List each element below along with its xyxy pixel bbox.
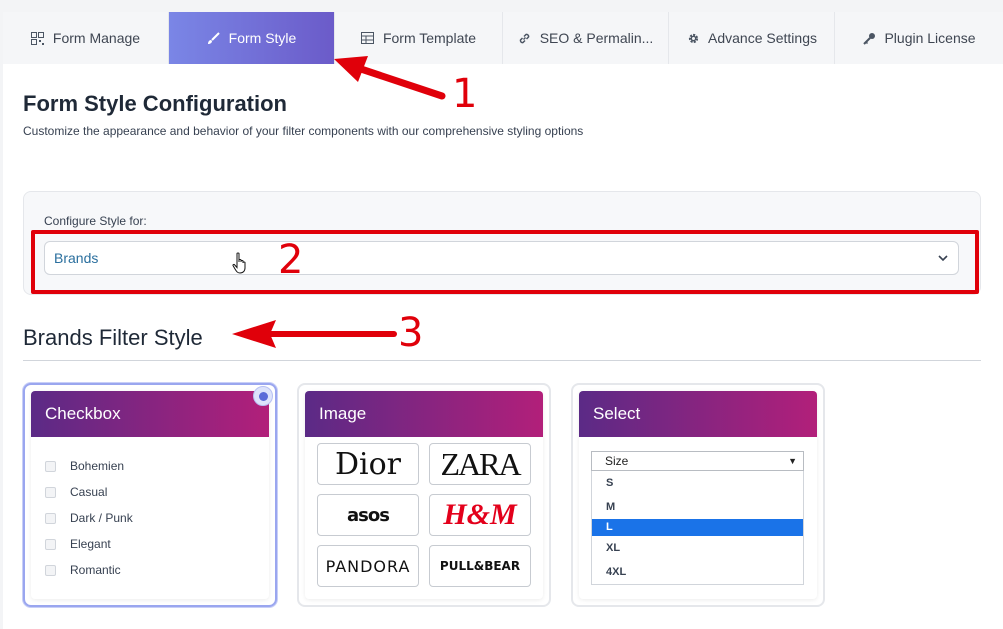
- checkbox: [45, 460, 56, 472]
- key-icon: [862, 31, 876, 45]
- brand-logo-hm: H&M: [429, 494, 531, 536]
- tab-plugin-license[interactable]: Plugin License: [835, 12, 1003, 64]
- card-title: Select: [579, 391, 817, 437]
- tab-label: Advance Settings: [708, 30, 817, 46]
- annotation-arrow-1: [334, 56, 446, 100]
- tab-seo-permalink[interactable]: SEO & Permalin...: [503, 12, 669, 64]
- style-option-image[interactable]: Image Dior ZARA asos H&M PANDORA PULL&BE…: [297, 383, 551, 607]
- list-item: Romantic: [45, 557, 269, 583]
- list-item: Elegant: [45, 531, 269, 557]
- checkbox-label: Romantic: [70, 563, 121, 577]
- tab-bar: Form Manage Form Style Form Template SEO…: [3, 12, 1003, 64]
- card-preview: Checkbox Bohemien Casual Dark / Punk Ele…: [31, 391, 269, 599]
- select-option: M: [606, 501, 616, 513]
- checkbox-label: Elegant: [70, 537, 111, 551]
- checkbox-preview-list: Bohemien Casual Dark / Punk Elegant Roma…: [31, 437, 269, 583]
- brand-logo-pandora: PANDORA: [317, 545, 419, 587]
- list-item: Dark / Punk: [45, 505, 269, 531]
- size-option-list: S M L XL 4XL: [591, 471, 804, 585]
- annotation-number-2: 2: [278, 237, 304, 283]
- style-option-select[interactable]: Select Size ▼ S M L XL 4XL: [571, 383, 825, 607]
- annotation-arrow-3: [232, 320, 397, 348]
- section-divider: [23, 360, 981, 361]
- tab-form-manage[interactable]: Form Manage: [3, 12, 169, 64]
- select-option: S: [606, 477, 614, 489]
- checkbox: [45, 512, 56, 524]
- style-option-checkbox[interactable]: Checkbox Bohemien Casual Dark / Punk Ele…: [23, 383, 277, 607]
- tab-label: SEO & Permalin...: [539, 30, 654, 46]
- brand-logo-zara: ZARA: [429, 443, 531, 485]
- page-title: Form Style Configuration: [23, 91, 287, 116]
- checkbox-label: Dark / Punk: [70, 511, 133, 525]
- brand-logo-pullbear: PULL&BEAR: [429, 545, 531, 587]
- brand-logo-asos: asos: [317, 494, 419, 536]
- page-subtitle: Customize the appearance and behavior of…: [23, 124, 584, 138]
- table-icon: [361, 31, 375, 45]
- card-title: Image: [305, 391, 543, 437]
- brush-icon: [207, 31, 221, 45]
- tab-label: Form Template: [382, 30, 477, 46]
- configure-style-label: Configure Style for:: [44, 214, 147, 228]
- list-item: Casual: [45, 479, 269, 505]
- checkbox: [45, 564, 56, 576]
- tab-label: Form Style: [228, 30, 297, 46]
- card-title: Checkbox: [31, 391, 269, 437]
- checkbox-label: Casual: [70, 485, 108, 499]
- annotation-highlight-box: [31, 230, 979, 294]
- dropdown-arrow-icon: ▼: [788, 456, 797, 466]
- checkbox: [45, 486, 56, 498]
- size-select-preview: Size ▼: [591, 451, 804, 471]
- gear-icon: [686, 31, 700, 45]
- checkbox: [45, 538, 56, 550]
- select-option: XL: [606, 542, 621, 554]
- qr-grid-icon: [31, 31, 45, 45]
- tab-label: Plugin License: [884, 30, 976, 46]
- card-preview: Image Dior ZARA asos H&M PANDORA PULL&BE…: [305, 391, 543, 599]
- tab-form-style[interactable]: Form Style: [169, 12, 335, 64]
- selected-radio-indicator[interactable]: [253, 386, 273, 406]
- brand-logo-dior: Dior: [317, 443, 419, 485]
- select-option: 4XL: [606, 566, 627, 578]
- annotation-number-1: 1: [452, 71, 478, 117]
- tab-advance-settings[interactable]: Advance Settings: [669, 12, 835, 64]
- annotation-number-3: 3: [398, 310, 424, 356]
- checkbox-label: Bohemien: [70, 459, 125, 473]
- tab-label: Form Manage: [52, 30, 141, 46]
- link-icon: [518, 31, 532, 45]
- select-placeholder: Size: [605, 454, 629, 468]
- select-option-highlighted: L: [592, 519, 803, 536]
- card-preview: Select Size ▼ S M L XL 4XL: [579, 391, 817, 599]
- list-item: Bohemien: [45, 453, 269, 479]
- section-title: Brands Filter Style: [23, 325, 203, 350]
- brand-logo-grid: Dior ZARA asos H&M PANDORA PULL&BEAR: [317, 443, 531, 587]
